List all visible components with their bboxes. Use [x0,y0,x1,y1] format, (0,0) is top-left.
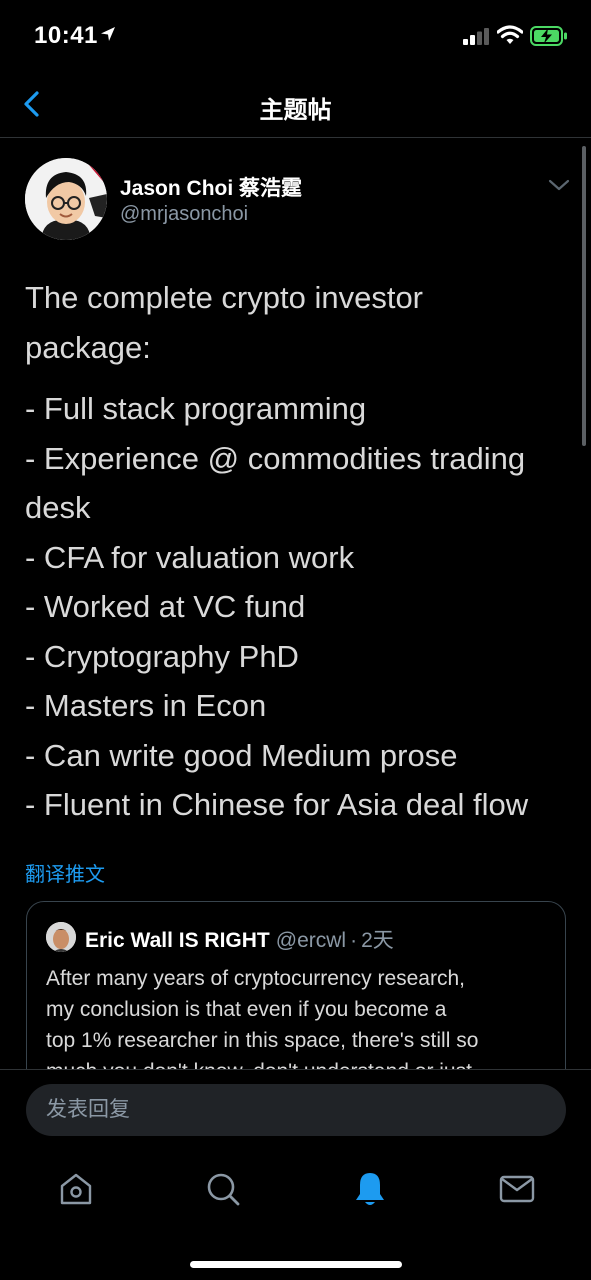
quoted-avatar-photo [46,922,76,952]
tweet-text: The complete crypto investor package: - … [25,273,570,842]
home-icon [60,1173,92,1205]
quoted-line: After many years of cryptocurrency resea… [46,967,465,990]
tweet-list: - Full stack programming - Experience @ … [25,384,570,830]
tweet-detail: Jason Choi 蔡浩霆 @mrjasonchoi The complete… [0,139,591,1069]
translate-tweet-link[interactable]: 翻译推文 [25,858,105,887]
quoted-tweet-text: After many years of cryptocurrency resea… [46,963,551,1069]
tweet-line: - Worked at VC fund [25,589,306,624]
author-name[interactable]: Jason Choi 蔡浩霆 [120,172,302,202]
tweet-line: - Experience @ commodities trading [25,440,526,476]
chevron-down-icon[interactable] [547,177,571,193]
tab-bar [0,1153,591,1280]
quoted-tweet-card[interactable]: Eric Wall IS RIGHT @ercwl · 2天 After many y… [26,901,566,1069]
quoted-author-avatar [46,922,76,952]
tab-home[interactable] [56,1169,96,1209]
tweet-line: - Masters in Econ [25,688,267,723]
quoted-author-handle: @ercwl [275,929,347,952]
tweet-line: - Can write good Medium prose [25,737,458,773]
page-title: 主题帖 [259,97,332,124]
signal-icon [463,28,489,45]
tweet-line: The complete crypto investor [25,280,424,315]
tab-search[interactable] [203,1169,243,1209]
search-icon [207,1173,240,1206]
reply-bar [0,1069,591,1153]
tweet-intro: The complete crypto investor package: [25,273,570,372]
reply-input[interactable] [26,1084,566,1136]
avatar-illustration [25,158,107,240]
tweet-line: - Full stack programming [25,391,367,426]
quoted-separator: · [350,929,358,952]
quoted-line: much you don't know, don't understand or… [46,1056,551,1069]
tweet-line: - CFA for valuation work [25,539,355,575]
location-arrow-icon [101,27,115,41]
bell-icon [356,1173,384,1205]
status-bar: 10:41 [0,0,591,72]
quoted-timestamp: 2天 [361,929,394,952]
wifi-icon [497,25,523,44]
quoted-tweet-header: Eric Wall IS RIGHT @ercwl · 2天 [85,924,394,954]
tab-notifications[interactable] [350,1169,390,1209]
envelope-icon [499,1175,535,1203]
nav-bar: 主题帖 [0,72,591,138]
author-handle[interactable]: @mrjasonchoi [120,203,248,226]
tweet-line: package: [25,329,151,365]
quoted-line: top 1% researcher in this space, there's… [46,1029,479,1052]
home-indicator [190,1261,402,1268]
author-avatar[interactable] [25,158,107,240]
tab-messages[interactable] [497,1169,537,1209]
screen: 10:41 主题帖 Jason Choi 蔡浩霆 @mrjasonchoi Th… [0,0,591,1280]
status-time: 10:41 [34,22,98,49]
tweet-line: - Cryptography PhD [25,638,299,674]
quoted-line: my conclusion is that even if you become… [46,998,447,1021]
tweet-line: - Fluent in Chinese for Asia deal flow [25,787,529,822]
tweet-line: desk [25,490,91,525]
scrollbar[interactable] [582,146,586,446]
battery-charging-icon [530,26,567,46]
quoted-author-name: Eric Wall IS RIGHT [85,929,270,952]
